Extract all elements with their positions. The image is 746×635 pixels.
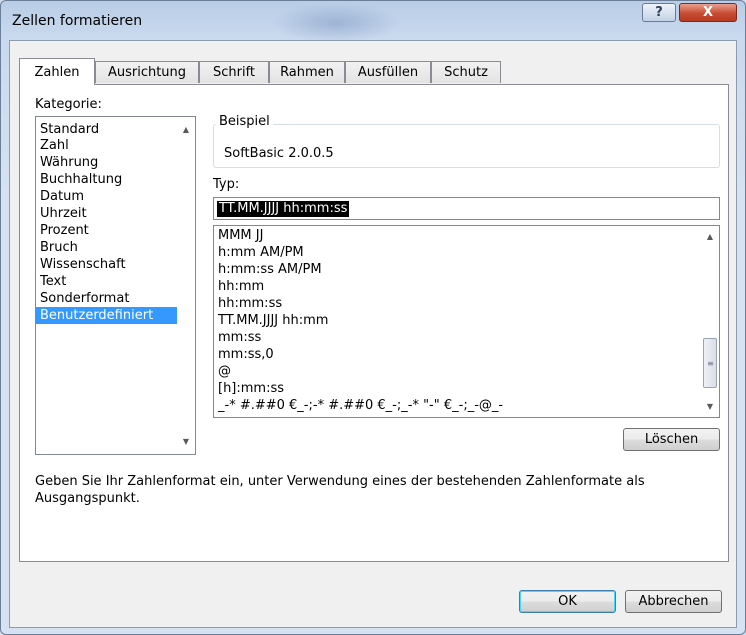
close-button[interactable]: X [679, 3, 737, 22]
title-bar-background-blur [271, 3, 401, 43]
category-list[interactable]: Standard Zahl Währung Buchhaltung Datum … [35, 116, 196, 455]
category-label: Kategorie: [35, 97, 102, 112]
category-item-uhrzeit[interactable]: Uhrzeit [36, 205, 177, 222]
category-item-datum[interactable]: Datum [36, 188, 177, 205]
format-item[interactable]: h:mm AM/PM [214, 244, 699, 261]
cancel-button[interactable]: Abbrechen [625, 590, 722, 613]
format-item[interactable]: MMM JJ [214, 227, 699, 244]
scrollbar-thumb[interactable]: ≡ [703, 338, 717, 388]
category-item-sonderformat[interactable]: Sonderformat [36, 290, 177, 307]
tab-label: Schutz [444, 65, 488, 80]
category-item-wissenschaft[interactable]: Wissenschaft [36, 256, 177, 273]
format-description: Geben Sie Ihr Zahlenformat ein, unter Ve… [35, 474, 645, 506]
scroll-down-icon[interactable]: ▼ [177, 433, 195, 450]
tab-label: Ausrichtung [107, 65, 187, 80]
format-item[interactable]: mm:ss,0 [214, 346, 699, 363]
tab-label: Zahlen [34, 64, 80, 80]
help-button[interactable]: ? [642, 3, 676, 22]
format-item[interactable]: _-* #.##0 €_-;-* #.##0 €_-;_-* "-" €_-;_… [214, 397, 699, 414]
format-item[interactable]: TT.MM.JJJJ hh:mm [214, 312, 699, 329]
scroll-down-icon[interactable]: ▼ [701, 398, 719, 415]
category-item-buchhaltung[interactable]: Buchhaltung [36, 171, 177, 188]
format-item[interactable]: [h]:mm:ss [214, 380, 699, 397]
tab-zahlen[interactable]: Zahlen [19, 58, 95, 85]
dialog-title: Zellen formatieren [12, 13, 143, 29]
ok-button[interactable]: OK [519, 590, 616, 613]
tab-label: Rahmen [280, 65, 334, 80]
tab-label: Schrift [212, 65, 256, 80]
format-list[interactable]: MMM JJ h:mm AM/PM h:mm:ss AM/PM hh:mm hh… [213, 225, 720, 418]
delete-button[interactable]: Löschen [623, 428, 720, 451]
tab-ausrichtung[interactable]: Ausrichtung [95, 61, 199, 83]
format-item[interactable]: h:mm:ss AM/PM [214, 261, 699, 278]
category-item-text[interactable]: Text [36, 273, 177, 290]
type-label: Typ: [213, 177, 240, 192]
tab-schutz[interactable]: Schutz [431, 61, 501, 83]
category-scrollbar[interactable]: ▲ ▼ [177, 117, 195, 454]
category-item-standard[interactable]: Standard [36, 121, 177, 138]
sample-legend: Beispiel [216, 114, 273, 129]
category-item-waehrung[interactable]: Währung [36, 154, 177, 171]
tab-rahmen[interactable]: Rahmen [269, 61, 345, 83]
category-item-bruch[interactable]: Bruch [36, 239, 177, 256]
scroll-up-icon[interactable]: ▲ [177, 121, 195, 138]
category-item-prozent[interactable]: Prozent [36, 222, 177, 239]
scroll-up-icon[interactable]: ▲ [701, 228, 719, 245]
type-input-value: TT.MM.JJJJ hh:mm:ss [217, 201, 350, 217]
category-item-benutzerdefiniert[interactable]: Benutzerdefiniert [36, 307, 177, 324]
category-item-zahl[interactable]: Zahl [36, 137, 177, 154]
format-item[interactable]: @ [214, 363, 699, 380]
sample-value: SoftBasic 2.0.0.5 [224, 146, 334, 161]
format-list-scrollbar[interactable]: ▲ ≡ ▼ [701, 226, 719, 417]
tab-ausfuellen[interactable]: Ausfüllen [345, 61, 431, 83]
tab-label: Ausfüllen [357, 65, 419, 80]
tab-schrift[interactable]: Schrift [199, 61, 269, 83]
format-item[interactable]: hh:mm [214, 278, 699, 295]
format-item[interactable]: hh:mm:ss [214, 295, 699, 312]
format-item[interactable]: mm:ss [214, 329, 699, 346]
type-input[interactable]: TT.MM.JJJJ hh:mm:ss [213, 197, 720, 220]
